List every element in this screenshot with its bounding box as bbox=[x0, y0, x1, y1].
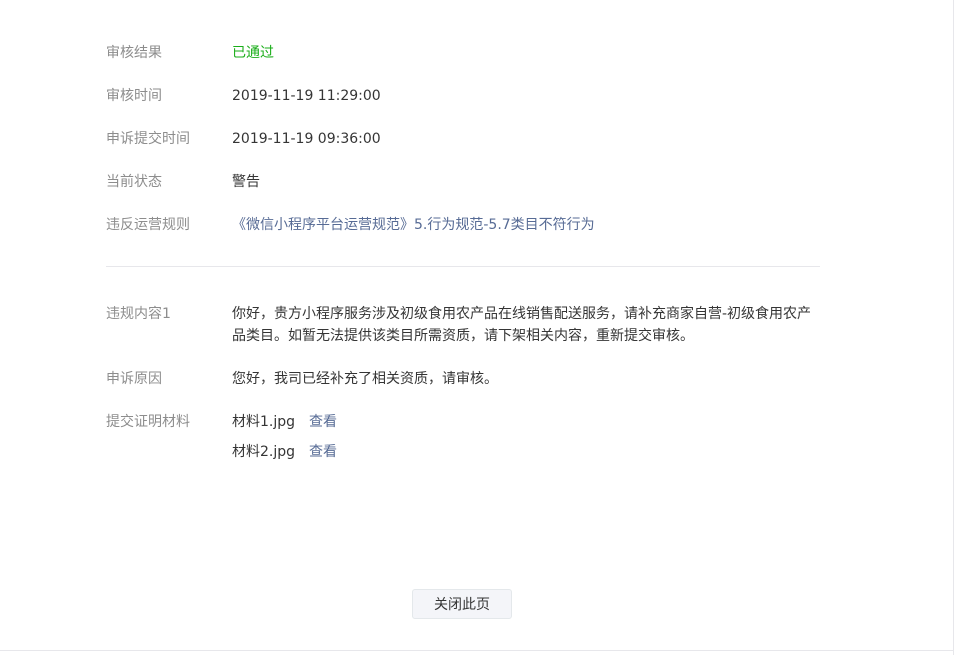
violation-content-value: 你好，贵方小程序服务涉及初级食用农产品在线销售配送服务，请补充商家自营-初级食用… bbox=[232, 306, 812, 344]
review-time-label: 审核时间 bbox=[106, 88, 162, 104]
status-value: 警告 bbox=[232, 174, 260, 190]
section-divider bbox=[106, 266, 820, 267]
violated-rule-link[interactable]: 《微信小程序平台运营规范》5.行为规范-5.7类目不符行为 bbox=[232, 214, 820, 236]
review-time-value: 2019-11-19 11:29:00 bbox=[232, 88, 381, 104]
material-file-name: 材料2.jpg bbox=[232, 444, 296, 460]
review-result-label: 审核结果 bbox=[106, 45, 162, 61]
violated-rule-label: 违反运营规则 bbox=[106, 217, 190, 233]
material-item: 材料1.jpg 查看 bbox=[232, 411, 820, 433]
material-item: 材料2.jpg 查看 bbox=[232, 441, 820, 463]
view-material-link[interactable]: 查看 bbox=[309, 414, 337, 430]
appeal-time-label: 申诉提交时间 bbox=[106, 131, 190, 147]
bottom-divider bbox=[0, 650, 954, 651]
view-material-link[interactable]: 查看 bbox=[309, 444, 337, 460]
review-result-value: 已通过 bbox=[232, 45, 274, 61]
materials-list: 材料1.jpg 查看 材料2.jpg 查看 bbox=[232, 411, 820, 471]
status-label: 当前状态 bbox=[106, 174, 162, 190]
violation-content-label: 违规内容1 bbox=[106, 306, 171, 322]
appeal-reason-value: 您好，我司已经补充了相关资质，请审核。 bbox=[232, 371, 498, 387]
appeal-reason-label: 申诉原因 bbox=[106, 371, 162, 387]
material-file-name: 材料1.jpg bbox=[232, 414, 296, 430]
materials-label: 提交证明材料 bbox=[106, 414, 190, 430]
close-page-button[interactable]: 关闭此页 bbox=[412, 589, 512, 619]
appeal-time-value: 2019-11-19 09:36:00 bbox=[232, 131, 381, 147]
